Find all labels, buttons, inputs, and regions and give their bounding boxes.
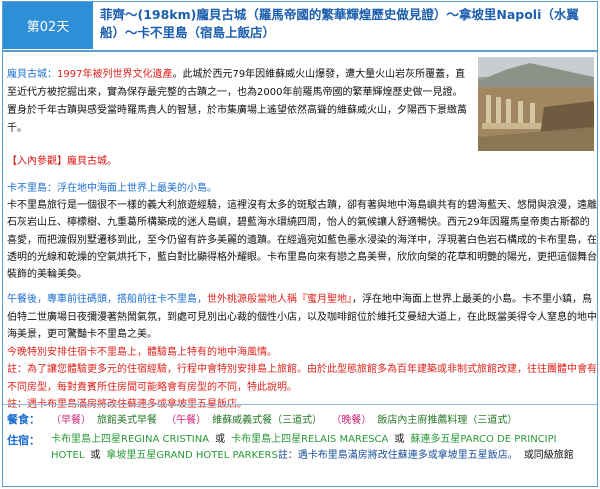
breakfast-tag: （早餐）	[51, 415, 91, 426]
meals-label: 餐食：	[7, 413, 40, 426]
entry-tag: 【入內參觀】	[7, 156, 67, 167]
hotel-note: 註：遇卡布里島滿房將改住蘇連多或拿坡里五星飯店。	[277, 450, 518, 461]
meal-list: （早餐） 旅館美式早餐 （午餐） 維蘇威義式餐（三道式） （晚餐） 飯店內主廚推薦料理…	[51, 411, 591, 426]
meals-hotels-section: 餐食： （早餐） 旅館美式早餐 （午餐） 維蘇威義式餐（三道式） （晚餐） 飯店內主廚…	[3, 404, 597, 489]
pompeii-ruins-image	[478, 57, 594, 151]
hotel-option-1: 卡布里島上四星REGINA CRISTINA	[51, 434, 210, 445]
dinner-name: 飯店內主廚推薦料理（三道式）	[377, 415, 518, 426]
header-divider	[3, 50, 597, 52]
entry-info: 【入內參觀】龐貝古城。	[7, 152, 567, 167]
breakfast-name: 旅館美式早餐	[97, 415, 157, 426]
afternoon-lead: 午餐後，專車前往碼頭，搭船前往卡不里島，	[7, 294, 207, 305]
entry-text: 龐貝古城。	[67, 156, 117, 167]
hotel-option-2: 卡布里島上四星RELAIS MARESCA	[231, 434, 389, 445]
hotel-or: 或	[394, 434, 405, 445]
hotels-label: 住宿：	[7, 434, 40, 447]
pompeii-name: 龐貝古城：	[7, 69, 57, 80]
day-badge: 第02天	[3, 2, 93, 49]
day-title: 菲齊～(198km)龐貝古城（羅馬帝國的繁華輝煌歷史做見證）～拿坡里Napoli…	[100, 7, 579, 40]
hotel-or-similar: 或同級旅館	[523, 450, 574, 461]
hotel-option-4: 拿坡里五星GRAND HOTEL PARKERS	[106, 450, 278, 461]
pompeii-section: 龐貝古城：1997年被列世界文化遺產。此城於西元79年因維蘇威火山爆發，遭大量火…	[7, 66, 469, 138]
special-stay-note: 今晚特別安排住宿卡不里島上，體驗島上特有的地中海風情。	[7, 346, 277, 358]
dinner-tag: （晚餐）	[331, 415, 372, 426]
capri-section: 卡不里島：浮在地中海面上世界上最美的小島。 卡不里島旅行是一個很不一樣的義大利旅…	[7, 180, 597, 283]
hotel-or: 或	[215, 434, 226, 445]
hotel-or: 或	[90, 450, 101, 461]
day-header: 第02天 菲齊～(198km)龐貝古城（羅馬帝國的繁華輝煌歷史做見證）～拿坡里N…	[3, 2, 597, 52]
pompeii-heritage: 1997年被列世界文化遺產	[57, 69, 173, 80]
afternoon-highlight: 世外桃源般當地人稱『蜜月聖地』	[207, 294, 352, 305]
lunch-tag: （午餐）	[166, 415, 207, 426]
itinerary-day-panel: 第02天 菲齊～(198km)龐貝古城（羅馬帝國的繁華輝煌歷史做見證）～拿坡里N…	[2, 1, 598, 487]
capri-heading: 卡不里島：浮在地中海面上世界上最美的小島。	[7, 183, 217, 194]
pompeii-photo	[478, 57, 594, 151]
lunch-name: 維蘇威義式餐（三道式）	[212, 415, 323, 426]
capri-description: 卡不里島旅行是一個很不一樣的義大利旅遊經驗，這裡沒有太多的斑駁古蹟，卻有著與地中…	[7, 200, 597, 281]
afternoon-section: 午餐後，專車前往碼頭，搭船前往卡不里島，世外桃源般當地人稱『蜜月聖地』，浮在地中…	[7, 291, 597, 414]
hotel-list: 卡布里島上四星REGINA CRISTINA 或卡布里島上四星RELAIS MAR…	[51, 432, 591, 464]
accommodation-note: 註：為了讓您體驗更多元的住宿經驗，行程中會特別安排島上旅館。由於此型態旅館多為百…	[7, 364, 597, 393]
